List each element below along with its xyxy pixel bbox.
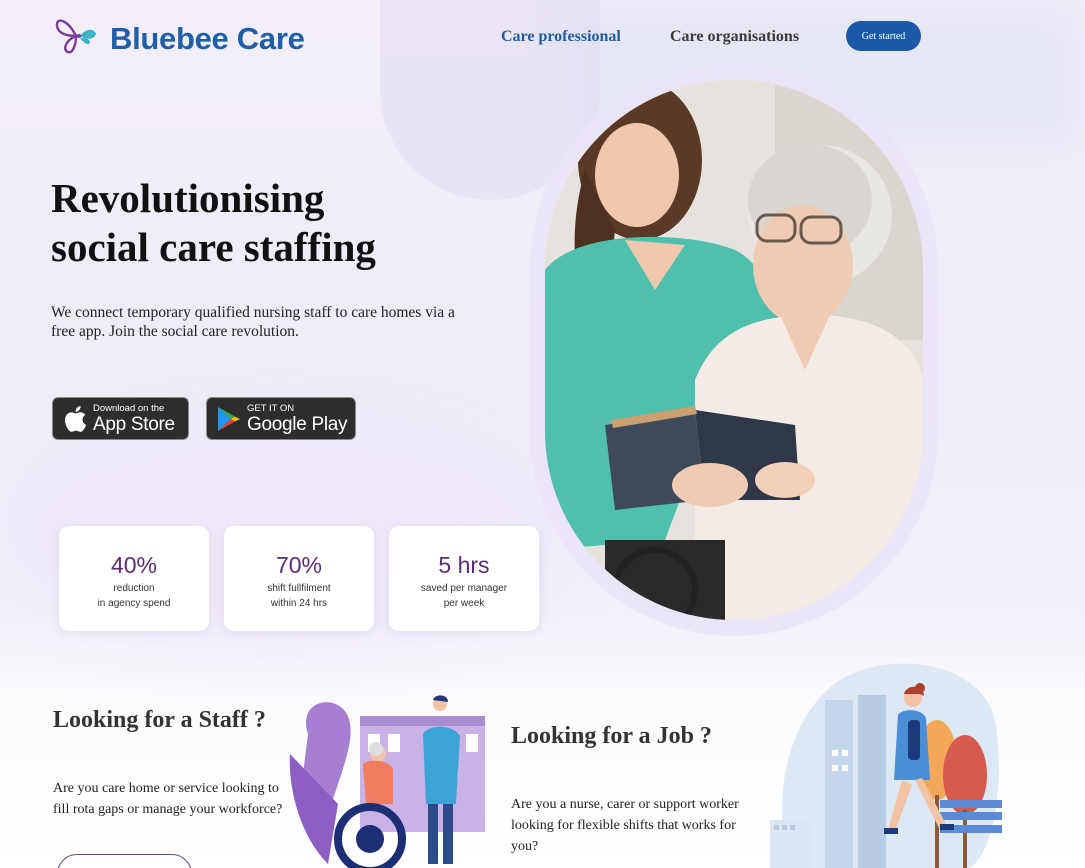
staff-section-title: Looking for a Staff ?: [53, 707, 266, 733]
app-store-button[interactable]: Download on the App Store: [52, 397, 189, 440]
app-store-label: App Store: [93, 413, 175, 435]
nav-care-organisations[interactable]: Care organisations: [670, 28, 799, 46]
hero-title-line1: Revolutionising: [51, 175, 325, 221]
stat-card-shift-fulfilment: 70% shift fullfilment within 24 hrs: [224, 526, 374, 631]
google-play-button[interactable]: GET IT ON Google Play: [206, 397, 356, 440]
hero-photo-nurse-and-elderly-woman: [545, 80, 923, 620]
care-worker-illustration: [770, 660, 1005, 868]
hero-subtitle: We connect temporary qualified nursing s…: [51, 304, 455, 340]
google-play-icon: [215, 405, 243, 433]
stat-label: reduction in agency spend: [97, 583, 171, 609]
brand-name: Bluebee Care: [110, 20, 305, 56]
stat-value: 70%: [275, 552, 323, 578]
google-play-small-label: GET IT ON: [247, 402, 295, 414]
hero-title: Revolutionising social care staffing: [51, 174, 471, 272]
staff-section-button[interactable]: [57, 854, 192, 868]
get-started-button[interactable]: Get started: [846, 21, 921, 51]
job-section-text: Are you a nurse, carer or support worker…: [511, 797, 739, 854]
app-store-small-label: Download on the: [93, 402, 165, 414]
care-staff-illustration: [288, 694, 493, 868]
butterfly-icon: [54, 14, 102, 63]
job-section-title: Looking for a Job ?: [511, 723, 712, 749]
stat-label: saved per manager per week: [420, 583, 508, 609]
staff-section-text: Are you care home or service looking to …: [53, 781, 283, 817]
nav-care-professional[interactable]: Care professional: [501, 28, 621, 46]
stat-label: shift fullfilment within 24 hrs: [267, 583, 331, 609]
stat-value: 5 hrs: [438, 552, 490, 578]
hero-title-line2: social care staffing: [51, 224, 376, 270]
stat-card-hours-saved: 5 hrs saved per manager per week: [389, 526, 539, 631]
stat-value: 40%: [110, 552, 158, 578]
brand-logo[interactable]: Bluebee Care: [54, 14, 305, 63]
stat-card-agency-spend: 40% reduction in agency spend: [59, 526, 209, 631]
google-play-label: Google Play: [247, 413, 348, 435]
apple-icon: [61, 405, 89, 433]
